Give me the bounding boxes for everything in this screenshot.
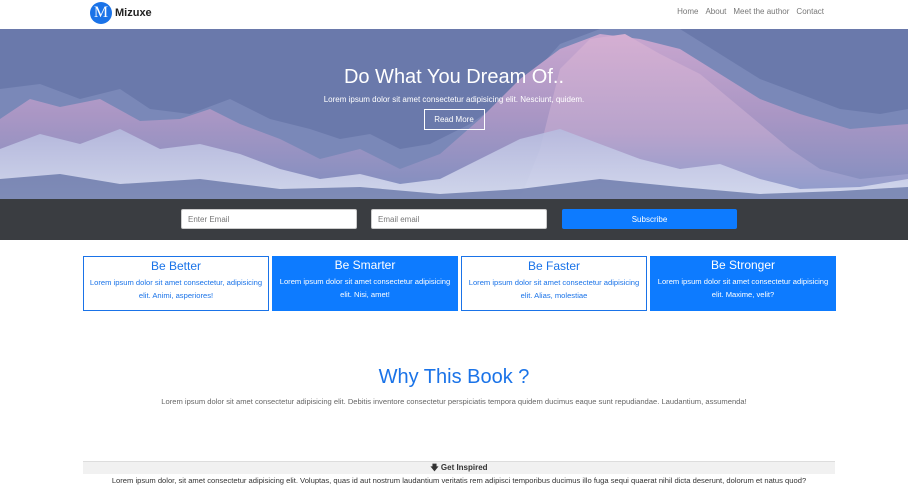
accordion: 🡇 Get Inspired Lorem ipsum dolor, sit am… bbox=[83, 461, 835, 487]
enter-email-input[interactable] bbox=[181, 209, 357, 229]
why-title: Why This Book ? bbox=[378, 366, 530, 388]
arrow-down-icon: 🡇 bbox=[430, 463, 439, 472]
why-section: Why This Book ? Lorem ipsum dolor sit am… bbox=[0, 366, 908, 406]
hero-title: Do What You Dream Of.. bbox=[343, 66, 565, 88]
read-more-button[interactable]: Read More bbox=[423, 109, 485, 130]
accordion-header-get-inspired[interactable]: 🡇 Get Inspired bbox=[83, 462, 835, 474]
accordion-body: Lorem ipsum dolor, sit amet consectetur … bbox=[111, 476, 807, 485]
card-title: Be Faster bbox=[527, 259, 581, 273]
card-text: Lorem ipsum dolor sit amet consectetur, … bbox=[89, 278, 263, 300]
card-text: Lorem ipsum dolor sit amet consectetur a… bbox=[279, 277, 451, 299]
nav-link-about[interactable]: About bbox=[705, 7, 726, 16]
brand-logo-icon: M bbox=[90, 2, 112, 24]
card-title: Be Stronger bbox=[710, 258, 776, 272]
feature-cards: Be Better Lorem ipsum dolor sit amet con… bbox=[83, 256, 836, 311]
nav-link-home[interactable]: Home bbox=[677, 7, 698, 16]
subscribe-bar: Subscribe bbox=[0, 199, 908, 240]
hero-content: Do What You Dream Of.. Lorem ipsum dolor… bbox=[0, 29, 908, 130]
card-title: Be Smarter bbox=[334, 258, 396, 272]
card-title: Be Better bbox=[150, 259, 202, 273]
hero-subtitle: Lorem ipsum dolor sit amet consectetur a… bbox=[323, 95, 585, 104]
hero-section: Do What You Dream Of.. Lorem ipsum dolor… bbox=[0, 29, 908, 199]
card-text: Lorem ipsum dolor sit amet consectetur a… bbox=[468, 278, 640, 300]
navbar: M Mizuxe Home About Meet the author Cont… bbox=[0, 0, 908, 29]
email-input[interactable] bbox=[371, 209, 547, 229]
nav-link-contact[interactable]: Contact bbox=[796, 7, 824, 16]
card-text: Lorem ipsum dolor sit amet consectetur a… bbox=[657, 277, 829, 299]
card-be-faster: Be Faster Lorem ipsum dolor sit amet con… bbox=[461, 256, 647, 311]
accordion-header-label: Get Inspired bbox=[440, 463, 488, 472]
why-text: Lorem ipsum dolor sit amet consectetur a… bbox=[161, 397, 747, 406]
card-be-smarter: Be Smarter Lorem ipsum dolor sit amet co… bbox=[272, 256, 458, 311]
brand-name: Mizuxe bbox=[115, 7, 152, 19]
nav-links: Home About Meet the author Contact bbox=[677, 7, 824, 16]
card-be-stronger: Be Stronger Lorem ipsum dolor sit amet c… bbox=[650, 256, 836, 311]
brand[interactable]: M Mizuxe bbox=[90, 1, 152, 25]
nav-link-meet-the-author[interactable]: Meet the author bbox=[733, 7, 789, 16]
card-be-better: Be Better Lorem ipsum dolor sit amet con… bbox=[83, 256, 269, 311]
subscribe-button[interactable]: Subscribe bbox=[562, 209, 737, 229]
